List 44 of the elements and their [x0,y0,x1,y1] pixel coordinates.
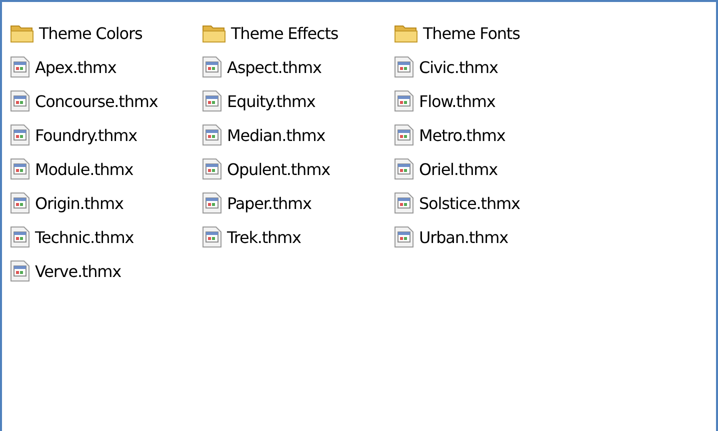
folder-icon [394,23,418,43]
file-item[interactable]: Civic.thmx [394,56,498,78]
file-item[interactable]: Trek.thmx [202,226,301,248]
folder-icon [10,23,34,43]
file-item[interactable]: Median.thmx [202,124,326,146]
file-item[interactable]: Opulent.thmx [202,158,330,180]
file-item[interactable]: Flow.thmx [394,90,496,112]
theme-file-icon [10,192,30,214]
theme-file-icon [10,124,30,146]
theme-file-icon [394,56,414,78]
theme-file-icon [394,90,414,112]
theme-file-icon [10,158,30,180]
theme-file-icon [202,158,222,180]
theme-file-icon [10,90,30,112]
theme-file-icon [394,124,414,146]
file-item[interactable]: Foundry.thmx [10,124,137,146]
file-item[interactable]: Module.thmx [10,158,134,180]
theme-file-icon [202,56,222,78]
theme-file-icon [202,124,222,146]
folder-item[interactable]: Theme Effects [202,23,338,43]
theme-file-icon [202,226,222,248]
theme-file-icon [202,90,222,112]
folder-icon [202,23,226,43]
file-item[interactable]: Equity.thmx [202,90,316,112]
file-item[interactable]: Technic.thmx [10,226,134,248]
file-item[interactable]: Aspect.thmx [202,56,322,78]
theme-file-icon [10,260,30,282]
file-item[interactable]: Oriel.thmx [394,158,498,180]
theme-file-icon [394,226,414,248]
file-item[interactable]: Metro.thmx [394,124,506,146]
theme-file-icon [10,226,30,248]
file-item[interactable]: Concourse.thmx [10,90,158,112]
file-item[interactable]: Apex.thmx [10,56,116,78]
theme-file-icon [202,192,222,214]
file-item[interactable]: Solstice.thmx [394,192,520,214]
folder-item[interactable]: Theme Colors [10,23,142,43]
theme-file-icon [394,192,414,214]
folder-item[interactable]: Theme Fonts [394,23,520,43]
file-item[interactable]: Urban.thmx [394,226,508,248]
theme-file-icon [10,56,30,78]
file-item[interactable]: Origin.thmx [10,192,124,214]
theme-file-icon [394,158,414,180]
file-item[interactable]: Paper.thmx [202,192,312,214]
file-item[interactable]: Verve.thmx [10,260,121,282]
